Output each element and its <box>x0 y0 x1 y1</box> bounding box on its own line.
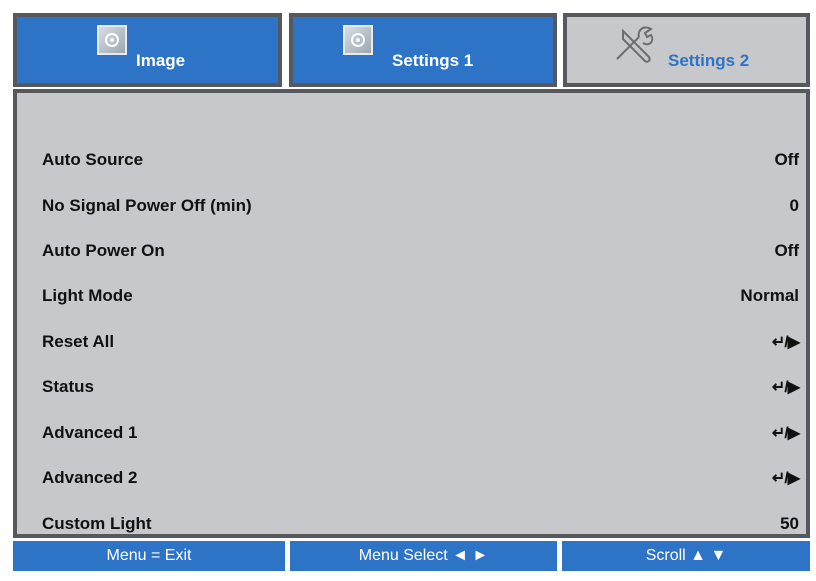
hint-bar: Menu = Exit Menu Select ◄ ► Scroll ▲ ▼ <box>13 541 810 571</box>
enter-arrow-icon: ↵/▶ <box>771 470 800 487</box>
row-value: Off <box>774 241 799 260</box>
menu-row-advanced-2[interactable]: Advanced 2 ↵/▶ <box>42 468 800 492</box>
row-label: Reset All <box>42 332 115 351</box>
row-value: 50 <box>780 514 799 533</box>
tab-bar: Image Settings 1 Settings 2 <box>13 9 810 89</box>
hint-exit: Menu = Exit <box>13 541 285 571</box>
tab-settings-1-label: Settings 1 <box>392 51 474 70</box>
menu-row-auto-source[interactable]: Auto Source Off <box>42 150 799 174</box>
tab-image[interactable]: Image <box>13 13 282 87</box>
enter-arrow-icon: ↵/▶ <box>771 425 800 442</box>
hint-select: Menu Select ◄ ► <box>290 541 557 571</box>
menu-row-reset-all[interactable]: Reset All ↵/▶ <box>42 332 800 356</box>
row-label: Advanced 1 <box>42 423 138 442</box>
menu-panel: Auto Source Off No Signal Power Off (min… <box>13 89 810 538</box>
image-icon <box>97 25 127 55</box>
row-label: Status <box>42 377 94 396</box>
row-label: Advanced 2 <box>42 468 138 487</box>
tab-settings-1[interactable]: Settings 1 <box>289 13 557 87</box>
row-label: Auto Power On <box>42 241 165 260</box>
tab-settings-2[interactable]: Settings 2 <box>563 13 810 87</box>
row-value: 0 <box>789 196 799 215</box>
tab-image-label: Image <box>136 51 186 70</box>
menu-row-status[interactable]: Status ↵/▶ <box>42 377 800 401</box>
tools-icon <box>609 23 661 67</box>
row-label: No Signal Power Off (min) <box>42 196 252 215</box>
settings-icon <box>343 25 373 55</box>
row-label: Custom Light <box>42 514 152 533</box>
enter-arrow-icon: ↵/▶ <box>771 379 800 396</box>
menu-row-advanced-1[interactable]: Advanced 1 ↵/▶ <box>42 423 800 447</box>
row-label: Auto Source <box>42 150 144 169</box>
menu-row-auto-power-on[interactable]: Auto Power On Off <box>42 241 799 265</box>
osd-menu: Image Settings 1 Settings 2 Auto Source … <box>13 9 810 575</box>
tab-settings-2-label: Settings 2 <box>668 51 750 70</box>
menu-row-no-signal-power-off[interactable]: No Signal Power Off (min) 0 <box>42 196 799 220</box>
enter-arrow-icon: ↵/▶ <box>771 334 800 351</box>
row-label: Light Mode <box>42 286 133 305</box>
menu-row-light-mode[interactable]: Light Mode Normal <box>42 286 799 310</box>
row-value: Off <box>774 150 799 169</box>
menu-row-custom-light[interactable]: Custom Light 50 <box>42 514 799 538</box>
hint-scroll: Scroll ▲ ▼ <box>562 541 810 571</box>
row-value: Normal <box>740 286 799 305</box>
